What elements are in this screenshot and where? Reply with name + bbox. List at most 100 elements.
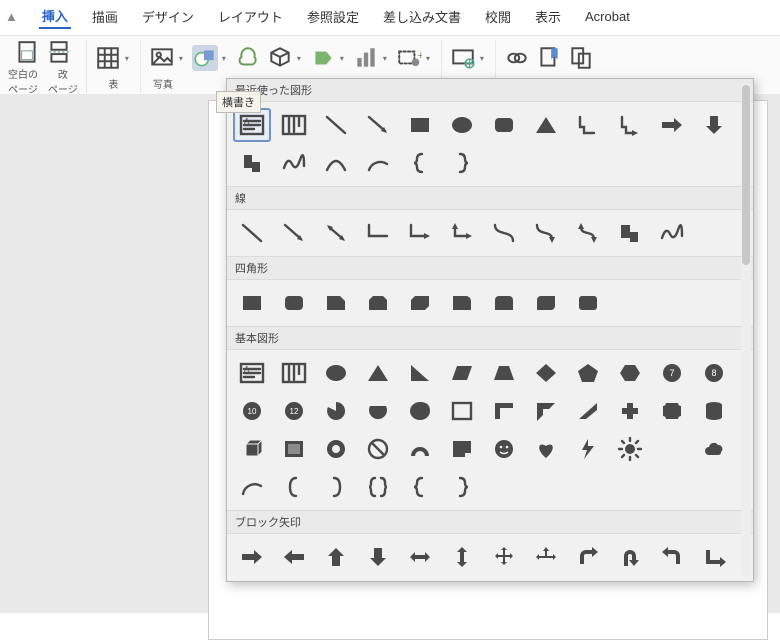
shape-donut[interactable] [317, 432, 355, 466]
chevron-down-icon[interactable]: ▾ [340, 54, 344, 63]
tab-mailings[interactable]: 差し込み文書 [380, 5, 464, 28]
shape-l-shape[interactable] [569, 108, 607, 142]
shape-arrow-uturn[interactable] [611, 540, 649, 574]
scrollbar[interactable] [741, 83, 751, 577]
shape-curve[interactable] [317, 146, 355, 180]
blank-page-button[interactable] [14, 40, 40, 66]
shape-no-symbol[interactable] [359, 432, 397, 466]
shape-round-rect[interactable] [485, 108, 523, 142]
shape-oval[interactable] [317, 356, 355, 390]
shapes-button[interactable] [192, 45, 218, 71]
shape-brace-right[interactable] [443, 146, 481, 180]
shape-diamond[interactable] [527, 356, 565, 390]
shape-pie[interactable] [317, 394, 355, 428]
shape-oval[interactable] [443, 108, 481, 142]
shape-folded-corner[interactable] [443, 432, 481, 466]
shape-line-arrow[interactable] [359, 108, 397, 142]
shape-arrow-corner[interactable] [695, 540, 733, 574]
shape-elbow-double[interactable] [443, 216, 481, 250]
shape-rect[interactable] [401, 108, 439, 142]
shape-scribble[interactable] [653, 216, 691, 250]
shape-curve-arrow[interactable] [527, 216, 565, 250]
table-button[interactable] [95, 45, 121, 71]
shape-moon[interactable] [653, 432, 691, 466]
shape-line[interactable] [233, 216, 271, 250]
shape-cube[interactable] [233, 432, 271, 466]
shape-round2[interactable] [485, 286, 523, 320]
models-button[interactable] [267, 45, 293, 71]
shape-trapezoid[interactable] [485, 356, 523, 390]
shape-frame[interactable] [443, 394, 481, 428]
shape-arrow-down[interactable] [695, 108, 733, 142]
shape-round1[interactable] [443, 286, 481, 320]
shape-octagon[interactable]: 8 [695, 356, 733, 390]
tab-design[interactable]: デザイン [139, 5, 197, 28]
shape-curve-double[interactable] [569, 216, 607, 250]
shape-text-box-v[interactable] [275, 108, 313, 142]
shape-line-double-arrow[interactable] [317, 216, 355, 250]
shape-l-arrow-shape[interactable] [611, 108, 649, 142]
shape-can[interactable] [695, 394, 733, 428]
shape-arrow-up[interactable] [317, 540, 355, 574]
shape-cloud[interactable] [695, 432, 733, 466]
shape-snip1[interactable] [317, 286, 355, 320]
shape-cross[interactable] [611, 394, 649, 428]
shape-l-shape-2[interactable] [233, 146, 271, 180]
icons-button[interactable] [235, 45, 261, 71]
shape-brace-right[interactable] [443, 470, 481, 504]
shape-line-arrow[interactable] [275, 216, 313, 250]
chevron-down-icon[interactable]: ▾ [480, 54, 484, 63]
screenshot-button[interactable]: + [396, 45, 422, 71]
shape-arc[interactable] [359, 146, 397, 180]
shape-brace-left[interactable] [401, 470, 439, 504]
shape-scribble[interactable] [275, 146, 313, 180]
scrollbar-thumb[interactable] [742, 85, 750, 265]
tab-acrobat[interactable]: Acrobat [582, 7, 633, 26]
shape-snip2[interactable] [359, 286, 397, 320]
shape-arrow-lr[interactable] [401, 540, 439, 574]
shape-arrow-left[interactable] [275, 540, 313, 574]
shape-right-triangle[interactable] [401, 356, 439, 390]
shape-snip-diag[interactable] [401, 286, 439, 320]
shape-half-frame[interactable] [485, 394, 523, 428]
shape-round-rect[interactable] [275, 286, 313, 320]
shape-sun[interactable] [611, 432, 649, 466]
shape-round-all[interactable] [569, 286, 607, 320]
shape-round-diag[interactable] [527, 286, 565, 320]
shape-parallelogram[interactable] [443, 356, 481, 390]
shape-curve-conn[interactable] [485, 216, 523, 250]
chevron-down-icon[interactable]: ▾ [297, 54, 301, 63]
tab-references[interactable]: 参照設定 [304, 5, 362, 28]
shape-hexagon[interactable] [611, 356, 649, 390]
chart-button[interactable] [353, 45, 379, 71]
shape-line[interactable] [317, 108, 355, 142]
shape-smiley[interactable] [485, 432, 523, 466]
shape-text-box-h[interactable]: A [233, 108, 271, 142]
shape-elbow-arrow[interactable] [401, 216, 439, 250]
shape-pentagon[interactable] [569, 356, 607, 390]
tab-layout[interactable]: レイアウト [215, 5, 286, 28]
shape-arc-line[interactable] [233, 470, 271, 504]
shape-arrow-down[interactable] [359, 540, 397, 574]
smartart-button[interactable] [310, 45, 336, 71]
shape-arrow-right[interactable] [233, 540, 271, 574]
shape-bevel[interactable] [275, 432, 313, 466]
pictures-button[interactable] [149, 45, 175, 71]
tab-review[interactable]: 校閲 [482, 5, 514, 28]
chevron-down-icon[interactable]: ▾ [179, 54, 183, 63]
shape-diag-stripe[interactable] [569, 394, 607, 428]
shape-corner[interactable] [527, 394, 565, 428]
chevron-down-icon[interactable]: ▾ [383, 54, 387, 63]
shape-heart[interactable] [527, 432, 565, 466]
shape-arrow-bend-l[interactable] [653, 540, 691, 574]
shape-triangle[interactable] [527, 108, 565, 142]
shape-decagon[interactable]: 10 [233, 394, 271, 428]
shape-triangle[interactable] [359, 356, 397, 390]
chevron-down-icon[interactable]: ▾ [125, 54, 129, 63]
shape-dodecagon[interactable]: 12 [275, 394, 313, 428]
shape-plaque[interactable] [653, 394, 691, 428]
shape-arrow-right[interactable] [653, 108, 691, 142]
shape-arrow-bend-r[interactable] [569, 540, 607, 574]
cross-ref-button[interactable] [568, 45, 594, 71]
shape-block-arc[interactable] [401, 432, 439, 466]
